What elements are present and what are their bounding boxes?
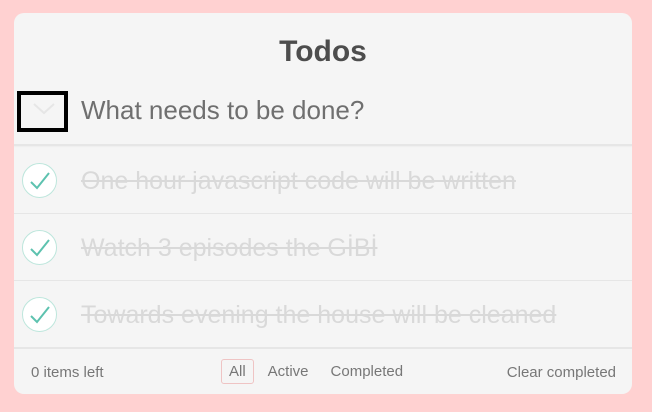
todo-toggle-checkbox[interactable]: [22, 163, 57, 198]
filter-list: All Active Completed: [221, 359, 417, 384]
app-title: Todos: [279, 35, 367, 68]
todo-text[interactable]: One hour javascript code will be written: [81, 166, 516, 196]
checkmark-icon: [30, 306, 50, 324]
items-left-count: 0 items left: [31, 364, 104, 381]
toggle-all-button[interactable]: [17, 91, 68, 132]
checkmark-icon: [30, 239, 50, 257]
todo-text[interactable]: Towards evening the house will be cleane…: [81, 300, 556, 330]
todo-toggle-checkbox[interactable]: [22, 230, 57, 265]
todo-toggle-checkbox[interactable]: [22, 297, 57, 332]
checkmark-icon: [30, 172, 50, 190]
chevron-down-icon: [33, 103, 55, 115]
filter-active[interactable]: Active: [260, 359, 317, 384]
new-todo-input[interactable]: [81, 90, 611, 130]
todo-list: One hour javascript code will be written…: [14, 147, 632, 348]
clear-completed-button[interactable]: Clear completed: [507, 364, 616, 381]
todo-text[interactable]: Watch 3 episodes the GİBİ: [81, 233, 377, 263]
todo-footer: 0 items left All Active Completed Clear …: [14, 348, 632, 394]
todo-item: Towards evening the house will be cleane…: [14, 281, 632, 348]
filter-all[interactable]: All: [221, 359, 254, 384]
new-todo-row: [14, 78, 632, 146]
todo-item: Watch 3 episodes the GİBİ: [14, 214, 632, 281]
todo-app-card: Todos One hour javascript code will be w…: [14, 13, 632, 394]
todo-item: One hour javascript code will be written: [14, 147, 632, 214]
filter-completed[interactable]: Completed: [323, 359, 412, 384]
